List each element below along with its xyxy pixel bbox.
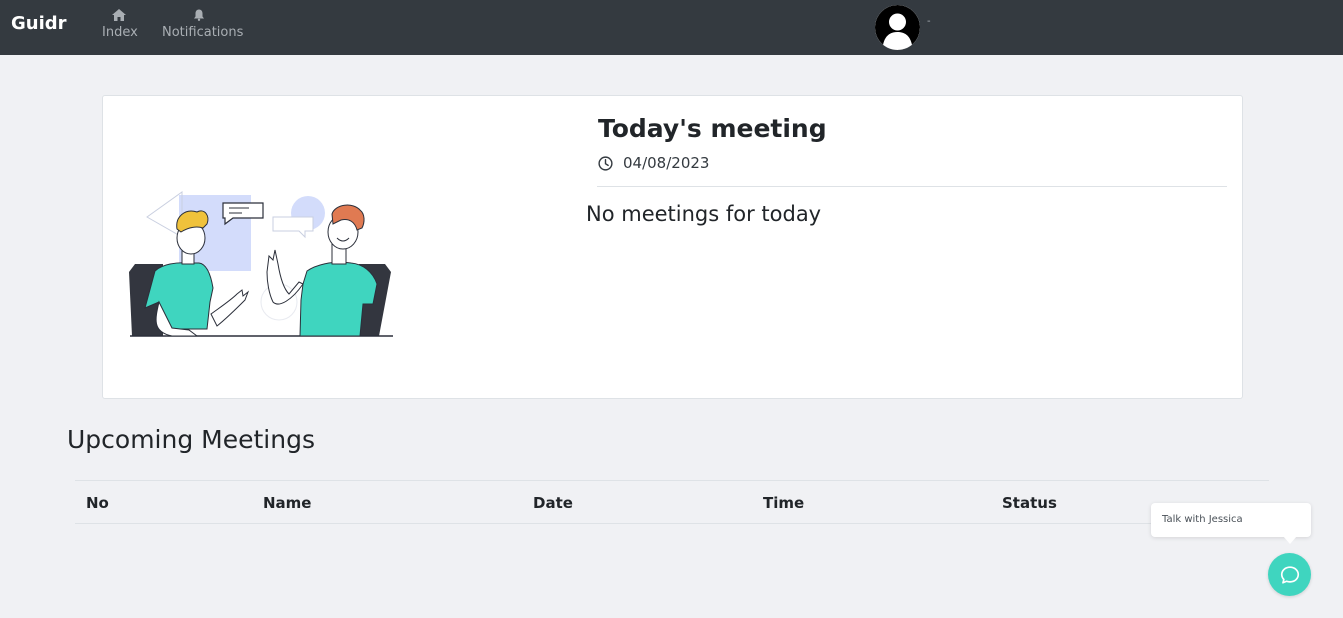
bell-icon (162, 9, 236, 23)
column-header-status[interactable]: Status (1002, 494, 1057, 512)
chat-tooltip: Talk with Jessica (1151, 503, 1311, 537)
user-avatar[interactable] (875, 5, 920, 50)
meeting-date: 04/08/2023 (598, 154, 709, 172)
nav-item-label: Index (102, 25, 138, 40)
user-silhouette-icon (875, 5, 920, 50)
nav-item-label: Notifications (162, 25, 244, 40)
column-header-date[interactable]: Date (533, 494, 573, 512)
top-navbar: Guidr Index Notifications - (0, 0, 1343, 55)
nav-item-index[interactable]: Index (102, 9, 138, 40)
card-divider (597, 186, 1227, 187)
todays-meeting-card: Today's meeting 04/08/2023 No meetings f… (102, 95, 1243, 399)
brand-logo[interactable]: Guidr (11, 13, 67, 34)
avatar-dropdown-caret[interactable]: - (927, 16, 931, 27)
upcoming-meetings-table: No Name Date Time Status (75, 480, 1269, 524)
no-meetings-message: No meetings for today (586, 202, 822, 226)
column-header-name[interactable]: Name (263, 494, 311, 512)
todays-meeting-title: Today's meeting (598, 114, 827, 143)
upcoming-meetings-title: Upcoming Meetings (67, 425, 315, 454)
chat-button[interactable] (1268, 553, 1311, 596)
chat-bubble-icon (1280, 565, 1299, 584)
clock-icon (598, 155, 613, 171)
nav-item-notifications[interactable]: Notifications (162, 9, 243, 40)
column-header-time[interactable]: Time (763, 494, 804, 512)
chat-tooltip-tail (1283, 536, 1297, 544)
home-icon (102, 9, 136, 23)
column-header-no[interactable]: No (86, 494, 109, 512)
meeting-date-value: 04/08/2023 (623, 154, 710, 172)
meeting-illustration (129, 191, 393, 337)
